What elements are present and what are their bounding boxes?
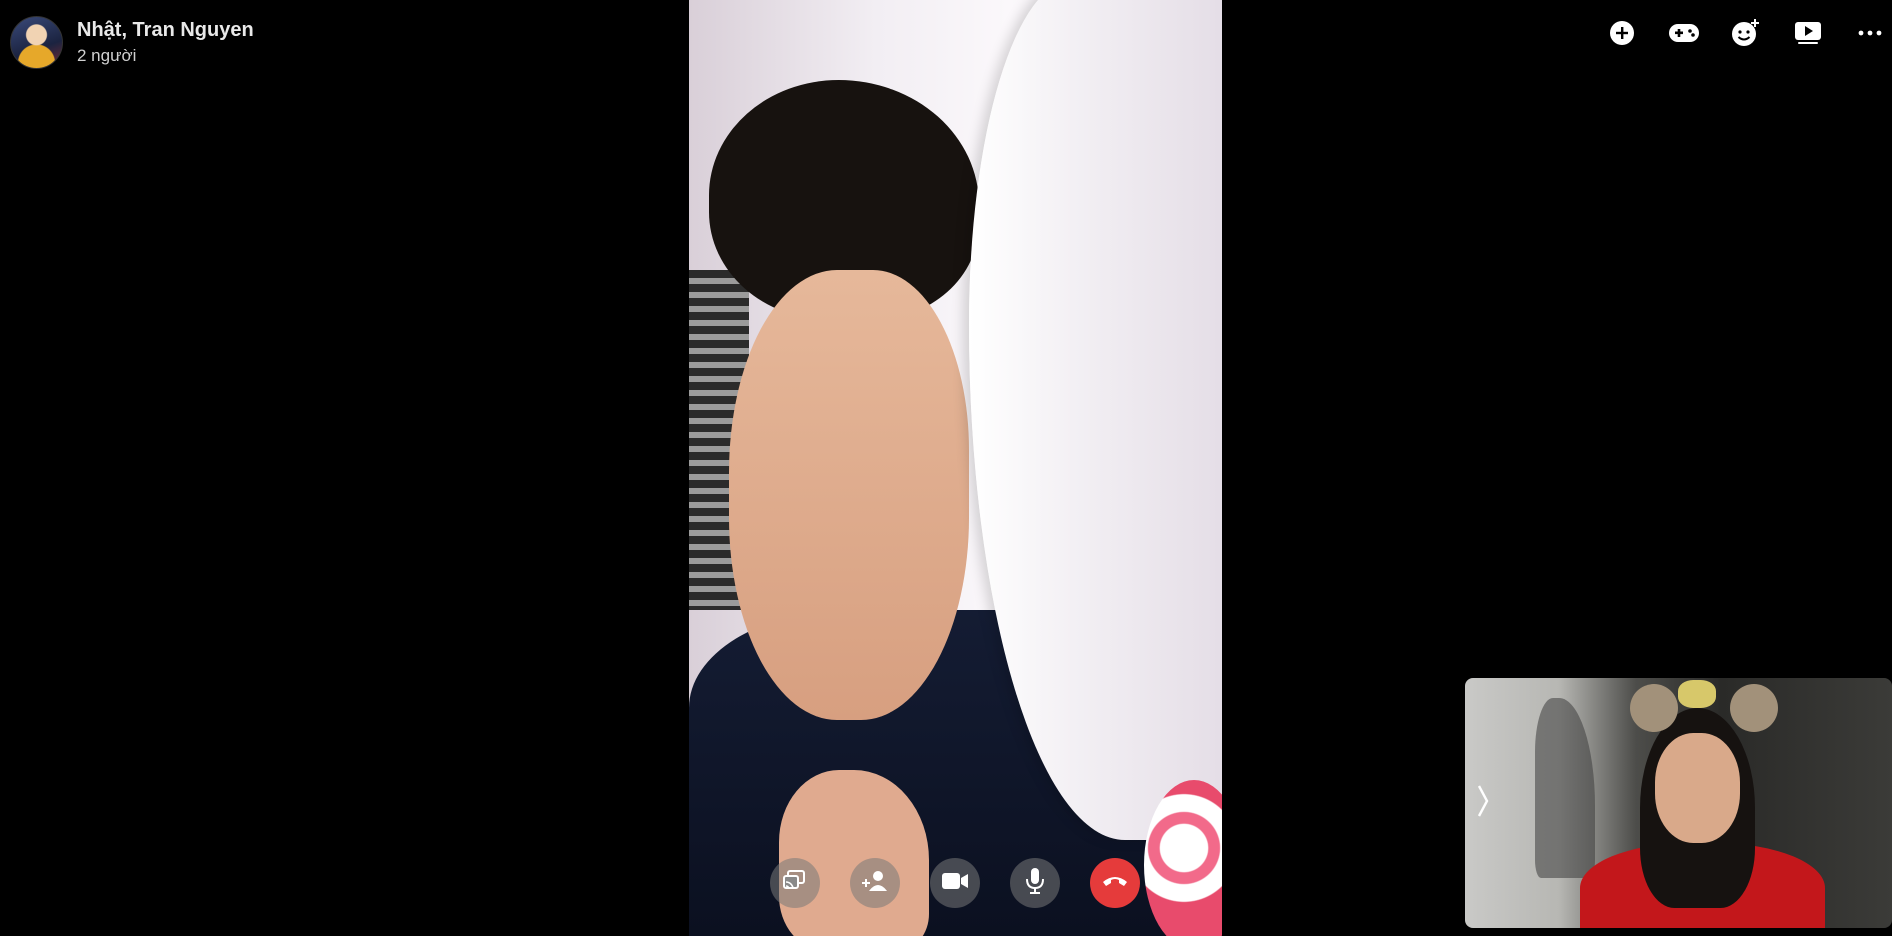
share-screen-icon [782,869,808,898]
self-video-preview[interactable] [1465,678,1892,928]
top-toolbar [1606,17,1886,49]
participant-count: 2 người [77,46,137,66]
more-options-icon[interactable] [1854,17,1886,49]
group-avatar[interactable] [10,16,63,69]
add-person-icon [861,869,889,898]
add-person-button[interactable] [850,858,900,908]
call-info: Nhật, Tran Nguyen 2 người [77,18,254,66]
video-camera-icon [941,871,969,896]
headband-ear-right [1730,684,1778,732]
headband-bow [1678,680,1716,708]
share-screen-button[interactable] [770,858,820,908]
microphone-button[interactable] [1010,858,1060,908]
end-call-button[interactable] [1090,858,1140,908]
wall-shadow [1535,698,1595,878]
end-call-icon [1101,873,1129,894]
chevron-right-icon [1477,784,1489,823]
remote-hand [779,770,929,936]
self-face [1655,733,1740,843]
call-title[interactable]: Nhật, Tran Nguyen [77,18,254,42]
collapse-self-view-button[interactable] [1473,783,1493,823]
headband-ear-left [1630,684,1678,732]
add-icon[interactable] [1606,17,1638,49]
play-video-icon[interactable] [1792,17,1824,49]
game-controller-icon[interactable] [1668,17,1700,49]
microphone-icon [1024,867,1046,900]
call-controls [770,858,1140,908]
call-header: Nhật, Tran Nguyen 2 người [10,16,254,69]
add-emoji-icon[interactable] [1730,17,1762,49]
video-toggle-button[interactable] [930,858,980,908]
remote-video-feed [689,0,1222,936]
remote-face [729,270,969,720]
